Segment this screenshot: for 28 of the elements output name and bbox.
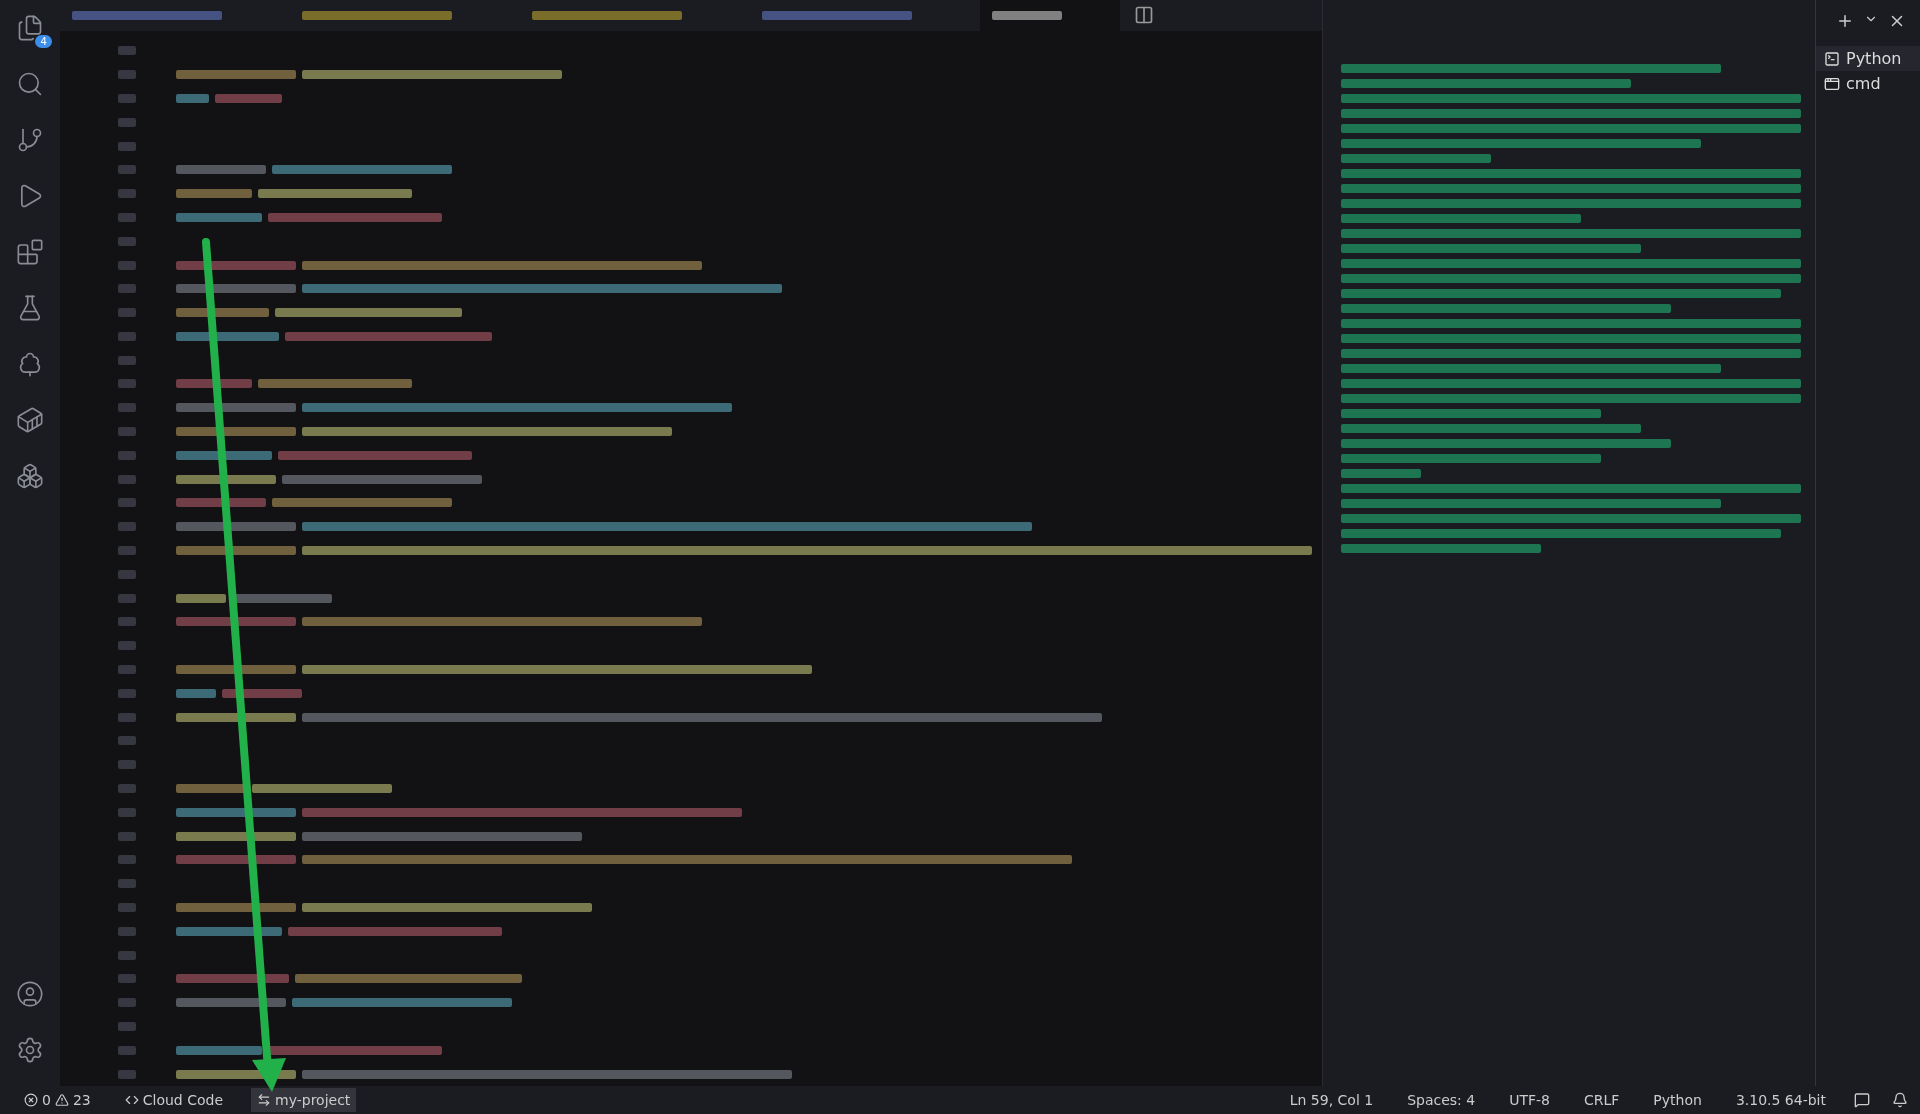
cursor-position[interactable]: Ln 59, Col 1 <box>1283 1088 1380 1112</box>
notifications-icon[interactable] <box>1892 1092 1908 1108</box>
arrows-icon <box>257 1093 272 1107</box>
code-icon <box>124 1093 139 1107</box>
encoding[interactable]: UTF-8 <box>1503 1088 1556 1112</box>
account-icon[interactable] <box>15 980 44 1008</box>
split-editor-icon[interactable] <box>1133 5 1154 26</box>
error-icon <box>24 1093 38 1107</box>
interpreter-version[interactable]: 3.10.5 64-bit <box>1729 1088 1832 1112</box>
warning-count: 23 <box>72 1092 91 1108</box>
extensions-icon[interactable] <box>15 238 44 266</box>
terminal-icon <box>1824 50 1840 67</box>
new-terminal-icon[interactable] <box>1836 12 1854 30</box>
terminal-item[interactable]: cmd <box>1816 71 1920 96</box>
indentation[interactable]: Spaces: 4 <box>1401 1088 1482 1112</box>
window-icon <box>1824 75 1840 92</box>
editor-tab[interactable] <box>979 0 1120 31</box>
blurred-tab-label <box>991 10 1062 20</box>
project-item[interactable]: my-project <box>251 1088 357 1112</box>
language-mode[interactable]: Python <box>1647 1088 1708 1112</box>
cloud-code-item[interactable]: Cloud Code <box>118 1088 230 1112</box>
notification-badge: 4 <box>35 35 52 48</box>
feedback-icon[interactable] <box>1854 1092 1870 1108</box>
terminal-item[interactable]: Python <box>1816 46 1920 71</box>
problems-indicator[interactable]: 0 23 <box>18 1088 97 1112</box>
warning-icon <box>54 1093 69 1107</box>
line-ending[interactable]: CRLF <box>1578 1088 1626 1112</box>
error-count: 0 <box>42 1092 51 1108</box>
